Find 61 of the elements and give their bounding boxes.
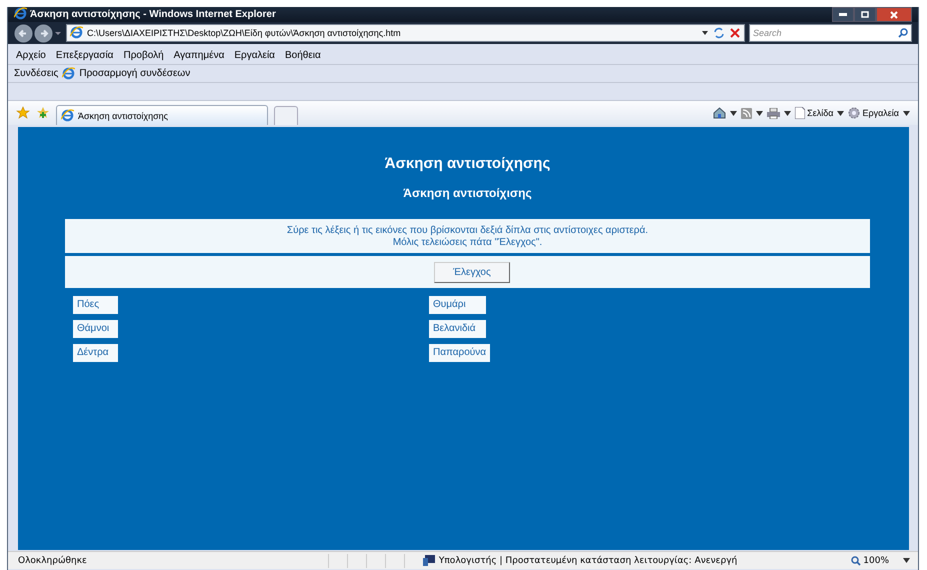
printer-icon[interactable] [767,108,780,118]
gear-icon [848,107,860,119]
menu-item[interactable]: Βοήθεια [284,50,321,61]
dropdown-arrow-icon[interactable] [903,556,910,564]
feed-icon[interactable] [741,108,752,118]
page-icon [61,109,74,122]
page-title: Άσκηση αντιστοίχησης [384,155,552,172]
maximize-icon [861,11,869,18]
close-icon [890,10,898,18]
browser-tab[interactable]: Άσκηση αντιστοίχησης [56,105,268,125]
address-text: C:\Users\ΔΙΑΧΕΙΡΙΣΤΗΣ\Desktop\ΖΩΗ\Είδη φυτών\Άσκηση αντιστοίχησης.htm [87,28,402,38]
window-title: Άσκηση αντιστοίχησης - Windows Internet Explorer [30,9,276,20]
dropdown-arrow-icon[interactable] [784,110,792,116]
close-button[interactable] [876,7,912,22]
dropdown-arrow-icon[interactable] [730,110,738,116]
status-text: Ολοκληρώθηκε [18,556,87,566]
menu-item[interactable]: Επεξεργασία [56,50,114,61]
forward-button[interactable] [34,24,53,42]
instruction-text: Μόλις τελειώσεις πάτα "Έλεγχος". [392,237,542,249]
browser-logo-icon [14,6,27,20]
home-icon[interactable] [713,107,726,119]
search-icon[interactable] [898,28,908,38]
address-field[interactable]: C:\Users\ΔΙΑΧΕΙΡΙΣΤΗΣ\Desktop\ΖΩΗ\Είδη φυτών\Άσκηση αντιστοίχησης.htm [66,24,745,42]
dropdown-arrow-icon[interactable] [903,110,910,116]
page-icon [795,107,806,119]
stop-icon[interactable] [729,27,741,39]
back-button[interactable] [14,24,33,42]
search-placeholder: Search [753,28,783,38]
link-item[interactable]: Προσαρμογή συνδέσεων [79,68,190,79]
dropdown-arrow-icon[interactable] [701,29,709,37]
link-page-icon [62,67,76,80]
zoom-icon [851,556,862,566]
menu-item[interactable]: Αγαπημένα [174,50,224,61]
dropdown-arrow-icon[interactable] [756,110,764,116]
links-label: Συνδέσεις [14,68,58,79]
exercise-title: Άσκηση αντιστοίχισης [402,186,533,200]
refresh-icon[interactable] [713,27,725,39]
zone-text: Υπολογιστής | Προστατευμένη κατάσταση λειτουργίας: Ανενεργή [438,556,738,566]
target-label: Θάμνοι [73,320,118,338]
page-icon [70,26,83,38]
tools-menu-button[interactable]: Εργαλεία [848,107,899,119]
draggable-word[interactable]: Βελανιδιά [429,320,486,338]
maximize-button[interactable] [854,7,876,22]
minimize-button[interactable] [832,7,854,22]
menu-item[interactable]: Προβολή [123,50,164,61]
target-label: Πόες [73,296,118,314]
menu-item[interactable]: Εργαλεία [234,50,275,61]
draggable-word[interactable]: Θυμάρι [429,296,486,314]
page-menu-button[interactable]: Σελίδα [795,107,834,119]
favorites-star-icon[interactable] [16,106,30,120]
instruction-text: Σύρε τις λέξεις ή τις εικόνες που βρίσκονται δεξιά δίπλα στις αντίστοιχες αριστερά. [286,225,648,237]
search-field[interactable]: Search [749,24,912,42]
dropdown-arrow-icon[interactable] [837,110,844,116]
menu-item[interactable]: Αρχείο [16,50,46,61]
add-favorite-icon[interactable] [36,106,50,120]
target-label: Δέντρα [73,344,118,362]
computer-icon [422,555,435,566]
zoom-button[interactable]: 100% [851,556,889,566]
minimize-icon [839,13,847,16]
draggable-word[interactable]: Παπαρούνα [429,344,490,362]
check-button[interactable]: Έλεγχος [434,262,510,282]
